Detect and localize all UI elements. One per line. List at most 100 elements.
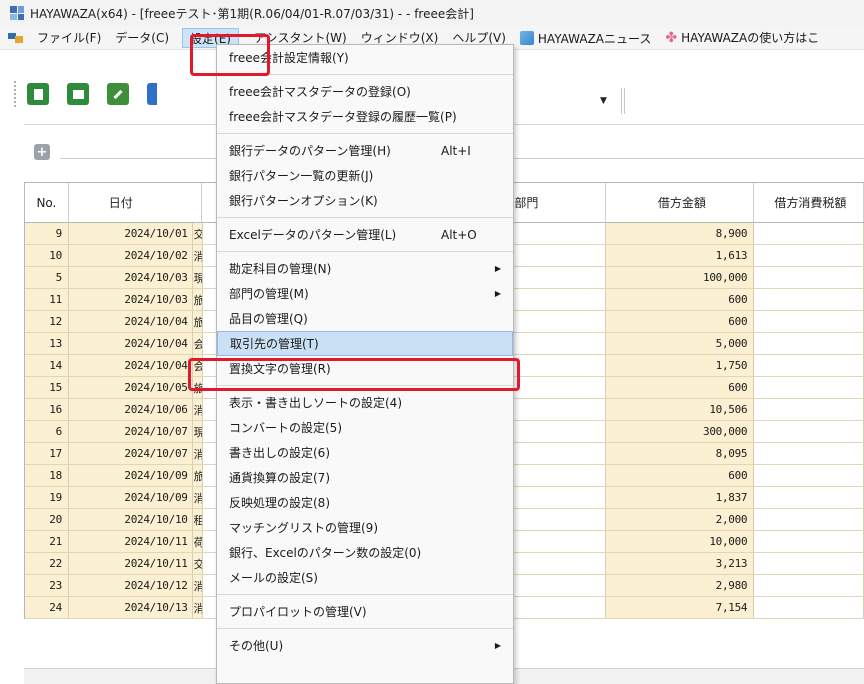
cell-date[interactable]: 2024/10/03: [68, 267, 193, 288]
dropdown-arrow-icon[interactable]: ▼: [600, 96, 607, 106]
cell-amount[interactable]: 10,506: [605, 399, 755, 420]
cell-date[interactable]: 2024/10/13: [68, 597, 193, 618]
cell-description[interactable]: 会: [192, 333, 203, 354]
menu-item[interactable]: 銀行、Excelのパターン数の設定(0): [217, 540, 513, 565]
cell-amount[interactable]: 100,000: [605, 267, 755, 288]
cell-tax[interactable]: [754, 311, 864, 332]
cell-amount[interactable]: 1,613: [605, 245, 755, 266]
cell-date[interactable]: 2024/10/01: [68, 223, 193, 244]
menu-item[interactable]: メールの設定(S): [217, 565, 513, 590]
cell-no[interactable]: 23: [25, 575, 69, 596]
cell-no[interactable]: 22: [25, 553, 69, 574]
cell-date[interactable]: 2024/10/05: [68, 377, 193, 398]
cell-no[interactable]: 21: [25, 531, 69, 552]
cell-tax[interactable]: [754, 377, 864, 398]
menu-item[interactable]: 表示・書き出しソートの設定(4): [217, 390, 513, 415]
cell-tax[interactable]: [754, 355, 864, 376]
cell-date[interactable]: 2024/10/07: [68, 421, 193, 442]
cell-date[interactable]: 2024/10/04: [68, 311, 193, 332]
column-header-no[interactable]: No.: [25, 183, 69, 222]
cell-no[interactable]: 6: [25, 421, 69, 442]
cell-no[interactable]: 10: [25, 245, 69, 266]
cell-no[interactable]: 9: [25, 223, 69, 244]
menu-item[interactable]: 銀行パターン一覧の更新(J): [217, 163, 513, 188]
cell-no[interactable]: 19: [25, 487, 69, 508]
cell-date[interactable]: 2024/10/06: [68, 399, 193, 420]
add-icon[interactable]: +: [34, 144, 50, 160]
cell-tax[interactable]: [754, 553, 864, 574]
cell-description[interactable]: 荷: [192, 531, 203, 552]
cell-tax[interactable]: [754, 289, 864, 310]
cell-tax[interactable]: [754, 399, 864, 420]
cell-tax[interactable]: [754, 597, 864, 618]
cell-description[interactable]: 旅: [192, 289, 203, 310]
cell-description[interactable]: 旅: [192, 311, 203, 332]
cell-description[interactable]: 交: [192, 553, 203, 574]
menu-item[interactable]: 通貨換算の設定(7): [217, 465, 513, 490]
cell-amount[interactable]: 600: [605, 289, 755, 310]
cell-no[interactable]: 15: [25, 377, 69, 398]
sheet-icon[interactable]: [67, 83, 89, 105]
cell-date[interactable]: 2024/10/07: [68, 443, 193, 464]
menu-item[interactable]: freee会計マスタデータ登録の履歴一覧(P): [217, 104, 513, 129]
cell-tax[interactable]: [754, 245, 864, 266]
toolbar-grip[interactable]: [14, 81, 17, 107]
cell-description[interactable]: 旅: [192, 465, 203, 486]
menu-item[interactable]: 書き出しの設定(6): [217, 440, 513, 465]
cell-no[interactable]: 14: [25, 355, 69, 376]
cell-no[interactable]: 13: [25, 333, 69, 354]
menu-file[interactable]: ファイル(F): [30, 28, 108, 48]
cell-description[interactable]: 現: [192, 267, 203, 288]
cell-tax[interactable]: [754, 487, 864, 508]
cell-date[interactable]: 2024/10/02: [68, 245, 193, 266]
cell-description[interactable]: 会: [192, 355, 203, 376]
cell-description[interactable]: 現: [192, 421, 203, 442]
cell-amount[interactable]: 2,980: [605, 575, 755, 596]
cell-date[interactable]: 2024/10/09: [68, 465, 193, 486]
cell-amount[interactable]: 10,000: [605, 531, 755, 552]
new-document-icon[interactable]: [27, 83, 49, 105]
cell-description[interactable]: 消: [192, 399, 203, 420]
system-menu-icon[interactable]: [8, 31, 24, 45]
cell-amount[interactable]: 300,000: [605, 421, 755, 442]
cell-tax[interactable]: [754, 333, 864, 354]
cell-amount[interactable]: 600: [605, 465, 755, 486]
menu-item[interactable]: 勘定科目の管理(N) ▶: [217, 256, 513, 281]
cell-amount[interactable]: 1,750: [605, 355, 755, 376]
cell-description[interactable]: 消: [192, 597, 203, 618]
cell-date[interactable]: 2024/10/12: [68, 575, 193, 596]
cell-description[interactable]: 消: [192, 575, 203, 596]
cell-description[interactable]: 消: [192, 245, 203, 266]
blue-tool-icon[interactable]: [147, 83, 157, 105]
cell-amount[interactable]: 1,837: [605, 487, 755, 508]
menu-item[interactable]: プロパイロットの管理(V): [217, 599, 513, 624]
cell-no[interactable]: 5: [25, 267, 69, 288]
menu-item[interactable]: Excelデータのパターン管理(L) Alt+O: [217, 222, 513, 247]
menu-item[interactable]: freee会計設定情報(Y): [217, 45, 513, 70]
menu-item[interactable]: 置換文字の管理(R): [217, 356, 513, 381]
menu-item[interactable]: 品目の管理(Q): [217, 306, 513, 331]
cell-date[interactable]: 2024/10/11: [68, 553, 193, 574]
menu-news[interactable]: HAYAWAZAニュース: [513, 28, 659, 48]
cell-amount[interactable]: 8,095: [605, 443, 755, 464]
cell-tax[interactable]: [754, 443, 864, 464]
cell-tax[interactable]: [754, 465, 864, 486]
menu-item[interactable]: 銀行データのパターン管理(H) Alt+I: [217, 138, 513, 163]
cell-tax[interactable]: [754, 223, 864, 244]
cell-date[interactable]: 2024/10/10: [68, 509, 193, 530]
cell-no[interactable]: 16: [25, 399, 69, 420]
cell-no[interactable]: 18: [25, 465, 69, 486]
menu-item[interactable]: 部門の管理(M) ▶: [217, 281, 513, 306]
cell-date[interactable]: 2024/10/04: [68, 355, 193, 376]
cell-amount[interactable]: 600: [605, 377, 755, 398]
cell-tax[interactable]: [754, 531, 864, 552]
cell-description[interactable]: 租: [192, 509, 203, 530]
menu-item[interactable]: マッチングリストの管理(9): [217, 515, 513, 540]
menu-item[interactable]: コンバートの設定(5): [217, 415, 513, 440]
cell-no[interactable]: 11: [25, 289, 69, 310]
edit-icon[interactable]: [107, 83, 129, 105]
cell-description[interactable]: 旅: [192, 377, 203, 398]
cell-date[interactable]: 2024/10/11: [68, 531, 193, 552]
cell-tax[interactable]: [754, 575, 864, 596]
cell-amount[interactable]: 7,154: [605, 597, 755, 618]
